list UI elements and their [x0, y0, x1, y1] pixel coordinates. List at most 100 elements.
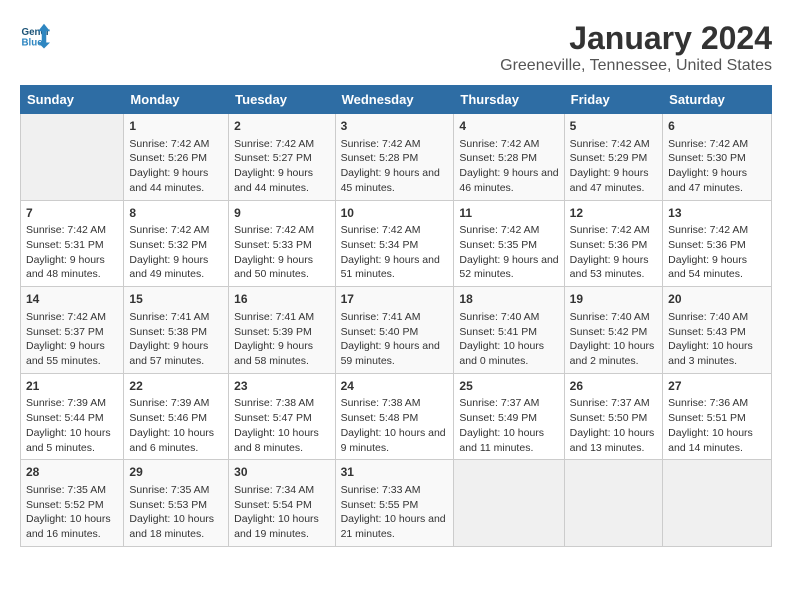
logo-icon: General Blue	[20, 20, 50, 50]
sunset-text: Sunset: 5:34 PM	[341, 239, 419, 251]
sunset-text: Sunset: 5:39 PM	[234, 326, 312, 338]
sunrise-text: Sunrise: 7:35 AM	[26, 484, 106, 496]
day-number: 29	[129, 464, 223, 481]
daylight-text: Daylight: 9 hours and 47 minutes.	[668, 167, 747, 194]
day-number: 15	[129, 291, 223, 308]
day-number: 9	[234, 205, 329, 222]
sunset-text: Sunset: 5:52 PM	[26, 499, 104, 511]
day-number: 2	[234, 118, 329, 135]
sunrise-text: Sunrise: 7:42 AM	[570, 138, 650, 150]
daylight-text: Daylight: 10 hours and 14 minutes.	[668, 427, 753, 454]
calendar-cell: 12 Sunrise: 7:42 AM Sunset: 5:36 PM Dayl…	[564, 200, 663, 287]
header-friday: Friday	[564, 86, 663, 114]
day-number: 5	[570, 118, 658, 135]
day-number: 4	[459, 118, 558, 135]
calendar-cell	[564, 460, 663, 547]
sunrise-text: Sunrise: 7:42 AM	[459, 138, 539, 150]
day-number: 28	[26, 464, 118, 481]
calendar-cell: 5 Sunrise: 7:42 AM Sunset: 5:29 PM Dayli…	[564, 114, 663, 201]
calendar-cell: 16 Sunrise: 7:41 AM Sunset: 5:39 PM Dayl…	[229, 287, 335, 374]
header-sunday: Sunday	[21, 86, 124, 114]
sunrise-text: Sunrise: 7:40 AM	[668, 311, 748, 323]
calendar-cell: 3 Sunrise: 7:42 AM Sunset: 5:28 PM Dayli…	[335, 114, 454, 201]
sunset-text: Sunset: 5:26 PM	[129, 152, 207, 164]
sunset-text: Sunset: 5:42 PM	[570, 326, 648, 338]
day-number: 24	[341, 378, 449, 395]
sunset-text: Sunset: 5:38 PM	[129, 326, 207, 338]
calendar-week-row: 14 Sunrise: 7:42 AM Sunset: 5:37 PM Dayl…	[21, 287, 772, 374]
calendar-cell: 15 Sunrise: 7:41 AM Sunset: 5:38 PM Dayl…	[124, 287, 229, 374]
sunrise-text: Sunrise: 7:42 AM	[234, 224, 314, 236]
sunset-text: Sunset: 5:41 PM	[459, 326, 537, 338]
title-block: January 2024 Greeneville, Tennessee, Uni…	[500, 20, 772, 75]
calendar-cell: 9 Sunrise: 7:42 AM Sunset: 5:33 PM Dayli…	[229, 200, 335, 287]
header-saturday: Saturday	[663, 86, 772, 114]
sunrise-text: Sunrise: 7:38 AM	[341, 397, 421, 409]
day-number: 13	[668, 205, 766, 222]
calendar-cell: 27 Sunrise: 7:36 AM Sunset: 5:51 PM Dayl…	[663, 373, 772, 460]
calendar-cell: 31 Sunrise: 7:33 AM Sunset: 5:55 PM Dayl…	[335, 460, 454, 547]
sunset-text: Sunset: 5:28 PM	[459, 152, 537, 164]
daylight-text: Daylight: 9 hours and 52 minutes.	[459, 254, 558, 281]
calendar-cell: 23 Sunrise: 7:38 AM Sunset: 5:47 PM Dayl…	[229, 373, 335, 460]
daylight-text: Daylight: 9 hours and 57 minutes.	[129, 340, 208, 367]
sunrise-text: Sunrise: 7:38 AM	[234, 397, 314, 409]
sunrise-text: Sunrise: 7:39 AM	[129, 397, 209, 409]
header-tuesday: Tuesday	[229, 86, 335, 114]
day-number: 23	[234, 378, 329, 395]
calendar-cell: 17 Sunrise: 7:41 AM Sunset: 5:40 PM Dayl…	[335, 287, 454, 374]
sunset-text: Sunset: 5:48 PM	[341, 412, 419, 424]
sunrise-text: Sunrise: 7:37 AM	[570, 397, 650, 409]
daylight-text: Daylight: 9 hours and 48 minutes.	[26, 254, 105, 281]
calendar-cell: 20 Sunrise: 7:40 AM Sunset: 5:43 PM Dayl…	[663, 287, 772, 374]
calendar-week-row: 7 Sunrise: 7:42 AM Sunset: 5:31 PM Dayli…	[21, 200, 772, 287]
calendar-cell: 19 Sunrise: 7:40 AM Sunset: 5:42 PM Dayl…	[564, 287, 663, 374]
sunrise-text: Sunrise: 7:40 AM	[570, 311, 650, 323]
sunset-text: Sunset: 5:44 PM	[26, 412, 104, 424]
daylight-text: Daylight: 10 hours and 18 minutes.	[129, 513, 214, 540]
sunrise-text: Sunrise: 7:36 AM	[668, 397, 748, 409]
daylight-text: Daylight: 10 hours and 11 minutes.	[459, 427, 544, 454]
page-subtitle: Greeneville, Tennessee, United States	[500, 57, 772, 75]
daylight-text: Daylight: 10 hours and 9 minutes.	[341, 427, 446, 454]
day-number: 21	[26, 378, 118, 395]
calendar-cell: 10 Sunrise: 7:42 AM Sunset: 5:34 PM Dayl…	[335, 200, 454, 287]
day-number: 18	[459, 291, 558, 308]
sunset-text: Sunset: 5:49 PM	[459, 412, 537, 424]
sunset-text: Sunset: 5:32 PM	[129, 239, 207, 251]
day-number: 3	[341, 118, 449, 135]
sunrise-text: Sunrise: 7:42 AM	[129, 138, 209, 150]
sunset-text: Sunset: 5:35 PM	[459, 239, 537, 251]
sunset-text: Sunset: 5:37 PM	[26, 326, 104, 338]
sunrise-text: Sunrise: 7:41 AM	[341, 311, 421, 323]
header-wednesday: Wednesday	[335, 86, 454, 114]
calendar-cell: 8 Sunrise: 7:42 AM Sunset: 5:32 PM Dayli…	[124, 200, 229, 287]
day-number: 17	[341, 291, 449, 308]
calendar-cell: 30 Sunrise: 7:34 AM Sunset: 5:54 PM Dayl…	[229, 460, 335, 547]
sunset-text: Sunset: 5:28 PM	[341, 152, 419, 164]
sunset-text: Sunset: 5:46 PM	[129, 412, 207, 424]
sunset-text: Sunset: 5:29 PM	[570, 152, 648, 164]
daylight-text: Daylight: 10 hours and 0 minutes.	[459, 340, 544, 367]
daylight-text: Daylight: 9 hours and 53 minutes.	[570, 254, 649, 281]
sunrise-text: Sunrise: 7:42 AM	[341, 138, 421, 150]
daylight-text: Daylight: 10 hours and 21 minutes.	[341, 513, 446, 540]
sunrise-text: Sunrise: 7:41 AM	[234, 311, 314, 323]
daylight-text: Daylight: 10 hours and 8 minutes.	[234, 427, 319, 454]
sunrise-text: Sunrise: 7:37 AM	[459, 397, 539, 409]
day-number: 1	[129, 118, 223, 135]
sunset-text: Sunset: 5:36 PM	[668, 239, 746, 251]
sunrise-text: Sunrise: 7:42 AM	[570, 224, 650, 236]
sunrise-text: Sunrise: 7:35 AM	[129, 484, 209, 496]
calendar-cell: 25 Sunrise: 7:37 AM Sunset: 5:49 PM Dayl…	[454, 373, 564, 460]
daylight-text: Daylight: 9 hours and 44 minutes.	[234, 167, 313, 194]
calendar-cell: 6 Sunrise: 7:42 AM Sunset: 5:30 PM Dayli…	[663, 114, 772, 201]
calendar-cell	[663, 460, 772, 547]
sunrise-text: Sunrise: 7:42 AM	[26, 224, 106, 236]
sunrise-text: Sunrise: 7:33 AM	[341, 484, 421, 496]
daylight-text: Daylight: 10 hours and 19 minutes.	[234, 513, 319, 540]
daylight-text: Daylight: 9 hours and 50 minutes.	[234, 254, 313, 281]
daylight-text: Daylight: 9 hours and 47 minutes.	[570, 167, 649, 194]
sunrise-text: Sunrise: 7:42 AM	[459, 224, 539, 236]
calendar-cell: 11 Sunrise: 7:42 AM Sunset: 5:35 PM Dayl…	[454, 200, 564, 287]
